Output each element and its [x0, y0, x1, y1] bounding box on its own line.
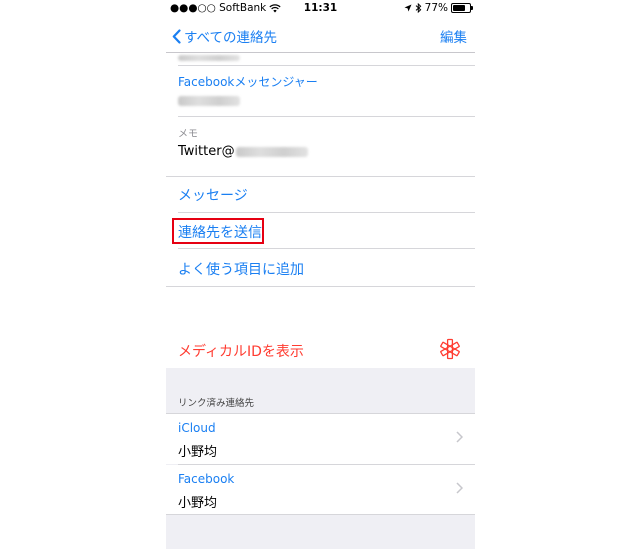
chevron-left-icon	[172, 28, 181, 44]
navigation-bar: すべての連絡先 編集	[166, 18, 475, 53]
divider	[178, 212, 475, 213]
linked-source: iCloud	[178, 421, 216, 435]
linked-source: Facebook	[178, 472, 235, 486]
chevron-right-icon	[456, 482, 463, 494]
send-message-button[interactable]: メッセージ	[178, 185, 248, 205]
back-button[interactable]: すべての連絡先	[172, 26, 277, 46]
status-bar: ●●●○○ SoftBank 11:31 77%	[166, 0, 475, 18]
divider	[166, 286, 475, 287]
divider	[178, 116, 475, 117]
edit-button[interactable]: 編集	[440, 26, 467, 46]
location-icon	[404, 4, 412, 12]
highlight-box	[172, 218, 264, 244]
divider	[178, 248, 475, 249]
status-right: 77%	[404, 2, 473, 14]
medical-asterisk-icon[interactable]	[439, 338, 461, 360]
memo-obscured	[235, 146, 308, 157]
show-medical-id-button[interactable]: メディカルIDを表示	[178, 341, 304, 361]
linked-contacts-header: リンク済み連絡先	[178, 398, 255, 409]
field-value-facebook-messenger[interactable]	[178, 96, 240, 106]
memo-value: Twitter@	[178, 144, 308, 159]
add-to-favorites-button[interactable]: よく使う項目に追加	[178, 259, 304, 279]
linked-contacts-section: リンク済み連絡先 iCloud 小野均 Facebook 小野均	[166, 368, 475, 549]
battery-fill	[453, 5, 465, 11]
linked-name: 小野均	[178, 445, 218, 460]
contact-detail-screen: ●●●○○ SoftBank 11:31 77% すべての連絡先 編集 Face…	[166, 0, 475, 549]
memo-text: Twitter@	[178, 144, 235, 159]
divider	[166, 176, 475, 177]
field-label-memo: メモ	[178, 129, 198, 140]
scrolled-value-fragment	[178, 55, 240, 61]
divider	[178, 65, 475, 66]
linked-name: 小野均	[178, 496, 218, 511]
battery-icon	[451, 3, 473, 13]
linked-contact-icloud[interactable]: iCloud 小野均	[166, 414, 475, 464]
back-label: すべての連絡先	[184, 30, 278, 46]
chevron-right-icon	[456, 431, 463, 443]
field-label-facebook-messenger: Facebookメッセンジャー	[178, 75, 318, 89]
linked-contact-facebook[interactable]: Facebook 小野均	[166, 465, 475, 515]
bluetooth-icon	[415, 3, 421, 13]
battery-percent: 77%	[424, 2, 448, 14]
divider	[166, 514, 475, 515]
